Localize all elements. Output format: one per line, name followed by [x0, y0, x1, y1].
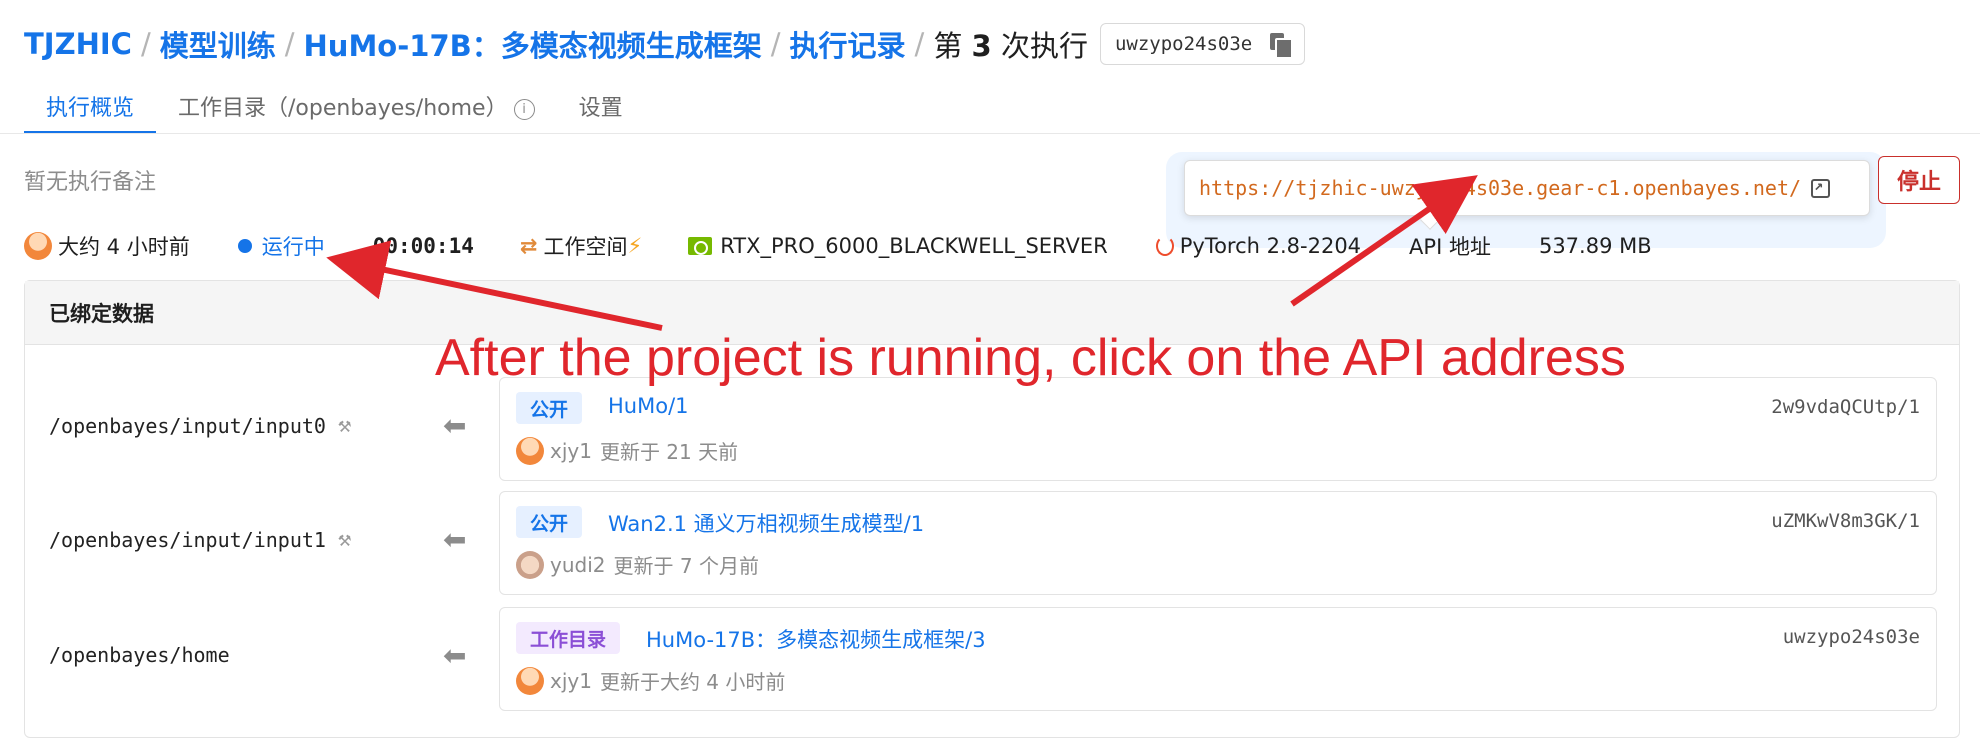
breadcrumb-project[interactable]: HuMo-17B：多模态视频生成框架: [304, 23, 762, 65]
tab-overview[interactable]: 执行概览: [24, 82, 157, 134]
mount-path: /openbayes/home: [49, 643, 230, 667]
stop-button[interactable]: 停止: [1878, 156, 1960, 204]
table-row: /openbayes/input/input0 ⚒ ⬅ 公开 HuMo/1 2w9…: [25, 377, 1961, 481]
framework-version: PyTorch 2.8-2204: [1179, 234, 1362, 258]
author-name[interactable]: xjy1: [550, 439, 592, 463]
api-address-link[interactable]: API 地址: [1409, 231, 1491, 261]
run-note[interactable]: 暂无执行备注: [24, 164, 156, 196]
dataset-card[interactable]: 公开 Wan2.1 通义万相视频生成模型/1 uZMKwV8m3GK/1 yud…: [499, 491, 1937, 595]
visibility-badge: 公开: [516, 392, 583, 424]
author-name[interactable]: xjy1: [550, 669, 592, 693]
run-id-box: uwzypo24s03e: [1099, 23, 1306, 65]
tab-workdir[interactable]: 工作目录（/openbayes/home） i: [156, 82, 557, 134]
updated-time: 更新于 7 个月前: [613, 554, 759, 578]
status-dot-icon: [237, 239, 252, 253]
pytorch-icon: [1155, 236, 1174, 256]
gpu-type: RTX_PRO_6000_BLACKWELL_SERVER: [720, 234, 1108, 258]
breadcrumb-separator: /: [284, 27, 295, 61]
dataset-card[interactable]: 工作目录 HuMo-17B：多模态视频生成框架/3 uwzypo24s03e x…: [499, 607, 1937, 711]
dataset-meta: xjy1 更新于 21 天前: [516, 436, 738, 465]
status-badge: 运行中: [261, 235, 325, 259]
dataset-meta: yudi2 更新于 7 个月前: [516, 550, 759, 579]
workspace-icon: ⇄: [519, 234, 538, 258]
info-icon[interactable]: i: [513, 99, 535, 120]
dataset-id: uZMKwV8m3GK/1: [1771, 510, 1920, 532]
unlink-icon[interactable]: ⚒: [338, 413, 351, 438]
avatar: [516, 550, 544, 579]
mount-path: /openbayes/input/input0 ⚒: [49, 413, 352, 438]
tabs-divider: [0, 133, 1980, 134]
api-url-popover[interactable]: https://tjzhic-uwzypo24s03e.gear-c1.open…: [1184, 160, 1870, 216]
avatar: [516, 436, 544, 465]
dataset-link[interactable]: Wan2.1 通义万相视频生成模型/1: [608, 508, 924, 538]
api-url-link[interactable]: https://tjzhic-uwzypo24s03e.gear-c1.open…: [1199, 176, 1801, 200]
avatar: [24, 232, 52, 260]
status-row: 大约 4 小时前 运行中 00:00:14 ⇄ 工作空间 ⚡ RTX_PRO_6…: [24, 228, 1652, 264]
page-title: 第 3 次执行: [933, 29, 1088, 63]
mount-path: /openbayes/input/input1 ⚒: [49, 527, 352, 552]
unlink-icon[interactable]: ⚒: [338, 527, 351, 552]
arrow-left-icon: ⬅: [443, 523, 467, 556]
breadcrumb: TJZHIC / 模型训练 / HuMo-17B：多模态视频生成框架 / 执行记…: [24, 22, 1306, 66]
arrow-left-icon: ⬅: [443, 409, 467, 442]
dataset-meta: xjy1 更新于大约 4 小时前: [516, 666, 785, 695]
author-name[interactable]: yudi2: [550, 553, 606, 577]
breadcrumb-separator: /: [770, 27, 781, 61]
table-row: /openbayes/home ⬅ 工作目录 HuMo-17B：多模态视频生成框…: [25, 607, 1961, 711]
run-duration: 00:00:14: [372, 234, 474, 258]
storage-size: 537.89 MB: [1538, 234, 1652, 258]
breadcrumb-separator: /: [914, 27, 925, 61]
workdir-link[interactable]: HuMo-17B：多模态视频生成框架/3: [646, 624, 986, 654]
tab-bar: 执行概览 工作目录（/openbayes/home） i 设置: [24, 82, 645, 134]
workdir-id: uwzypo24s03e: [1782, 626, 1920, 648]
updated-time: 更新于大约 4 小时前: [599, 670, 786, 694]
dataset-id: 2w9vdaQCUtp/1: [1771, 396, 1920, 418]
breadcrumb-separator: /: [140, 27, 151, 61]
arrow-left-icon: ⬅: [443, 639, 467, 672]
tab-settings[interactable]: 设置: [557, 82, 645, 134]
created-time: 大约 4 小时前: [58, 235, 190, 259]
nvidia-icon: [688, 237, 713, 255]
copy-icon[interactable]: [1270, 33, 1294, 59]
dataset-card[interactable]: 公开 HuMo/1 2w9vdaQCUtp/1 xjy1 更新于 21 天前: [499, 377, 1937, 481]
workspace-label[interactable]: 工作空间: [543, 231, 627, 261]
annotation-text: After the project is running, click on t…: [435, 329, 1626, 387]
visibility-badge: 公开: [516, 506, 583, 538]
breadcrumb-run-records[interactable]: 执行记录: [790, 23, 906, 65]
run-id: uwzypo24s03e: [1114, 33, 1253, 55]
updated-time: 更新于 21 天前: [599, 440, 739, 464]
table-row: /openbayes/input/input1 ⚒ ⬅ 公开 Wan2.1 通义万…: [25, 491, 1961, 595]
external-link-icon[interactable]: [1811, 176, 1831, 198]
breadcrumb-org[interactable]: TJZHIC: [24, 27, 132, 61]
avatar: [516, 666, 544, 695]
breadcrumb-model-training[interactable]: 模型训练: [160, 23, 276, 65]
workdir-badge: 工作目录: [516, 622, 621, 654]
lightning-icon: ⚡: [627, 234, 643, 258]
dataset-link[interactable]: HuMo/1: [608, 394, 689, 418]
